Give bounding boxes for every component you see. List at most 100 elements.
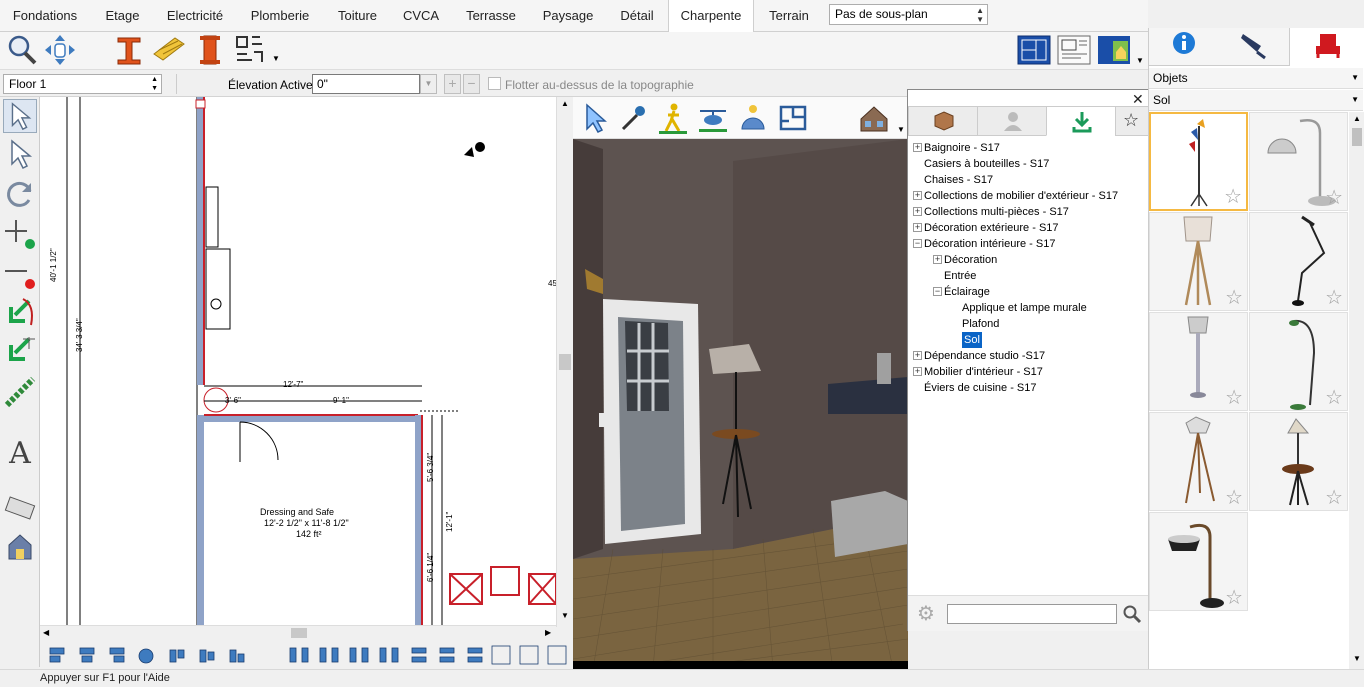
arc-lamp-thumb[interactable]: ☆ [1249, 112, 1348, 211]
star-icon[interactable]: ☆ [1225, 388, 1243, 408]
tab-terrasse[interactable]: Terrasse [452, 0, 530, 32]
scroll-thumb[interactable] [291, 628, 307, 638]
tab-electricite[interactable]: Electricité [155, 0, 235, 32]
rotate-icon[interactable] [3, 177, 37, 211]
tree-item[interactable]: Baignoire - S17 [924, 140, 1000, 156]
tab-terrain[interactable]: Terrain [754, 0, 824, 32]
elevation-input[interactable]: 0" [312, 74, 420, 94]
dropdown-arrow-icon[interactable]: ▼ [272, 54, 280, 63]
minus-icon[interactable]: − [463, 74, 480, 94]
chevron-down-icon[interactable]: ▼ [561, 611, 569, 620]
library-tab-catalog[interactable] [908, 106, 978, 136]
desk-arm-lamp-thumb[interactable]: ☆ [1249, 212, 1348, 311]
expand-icon[interactable]: + [913, 191, 922, 200]
subcategory-select[interactable]: Sol ▼ [1149, 90, 1363, 111]
scroll-thumb[interactable] [1352, 128, 1362, 146]
joists-icon[interactable] [151, 32, 187, 68]
table-lamp-thumb[interactable]: ☆ [1249, 412, 1348, 511]
floor-lamp-thumb[interactable]: ☆ [1149, 112, 1248, 211]
tree-item[interactable]: Mobilier d'intérieur - S17 [924, 364, 1043, 380]
3d-view[interactable] [573, 139, 908, 669]
tree-item[interactable]: Décoration [944, 252, 997, 268]
tree-item[interactable]: Casiers à bouteilles - S17 [924, 156, 1049, 172]
tab-detail[interactable]: Détail [606, 0, 668, 32]
layout-view-icon[interactable] [1056, 32, 1092, 68]
star-icon[interactable]: ☆ [1325, 288, 1343, 308]
library-tab-user[interactable] [977, 106, 1047, 136]
tree-item[interactable]: Éviers de cuisine - S17 [924, 380, 1037, 396]
library-tab-download[interactable] [1046, 106, 1116, 136]
tab-cvca[interactable]: CVCA [390, 0, 452, 32]
star-icon[interactable]: ☆ [1224, 187, 1242, 207]
star-icon[interactable]: ☆ [1225, 488, 1243, 508]
tree-item[interactable]: Collections de mobilier d'extérieur - S1… [924, 188, 1118, 204]
star-icon[interactable]: ☆ [1225, 588, 1243, 608]
helicopter-icon[interactable] [697, 101, 729, 135]
library-tab-favorites[interactable]: ☆ [1115, 106, 1149, 136]
tab-charpente[interactable]: Charpente [668, 0, 754, 33]
rooms-icon[interactable] [777, 101, 809, 135]
dropdown-arrow-icon[interactable]: ▼ [1136, 56, 1144, 65]
plan-horizontal-scrollbar[interactable]: ◀ ▶ [40, 625, 556, 640]
tab-materials[interactable] [1219, 28, 1287, 66]
tree-item[interactable]: Chaises - S17 [924, 172, 993, 188]
select-pointer-icon[interactable] [579, 101, 611, 135]
black-arc-lamp-thumb[interactable]: ☆ [1149, 512, 1248, 611]
expand-icon[interactable]: + [913, 223, 922, 232]
select-edit-icon[interactable] [3, 137, 37, 171]
gear-icon[interactable]: ⚙ [917, 601, 935, 626]
tree-item[interactable]: Sol [962, 332, 982, 348]
tree-item[interactable]: Éclairage [944, 284, 990, 300]
plan-view[interactable]: 12'-7" 9'-1" 3'-6" Dressing and Safe 12'… [40, 97, 573, 627]
chevron-up-icon[interactable]: ▲ [1353, 114, 1361, 123]
add-point-icon[interactable] [3, 217, 37, 251]
tree-item[interactable]: Plafond [962, 316, 999, 332]
tab-etage[interactable]: Etage [90, 0, 155, 32]
chevron-up-icon[interactable]: ▲ [561, 99, 569, 108]
tree-item[interactable]: Collections multi-pièces - S17 [924, 204, 1069, 220]
pillar-lamp-thumb[interactable]: ☆ [1149, 312, 1248, 411]
house-icon[interactable] [857, 101, 891, 135]
floor-plan-view-icon[interactable] [1016, 32, 1052, 68]
expand-icon[interactable]: + [933, 255, 942, 264]
tab-fondations[interactable]: Fondations [0, 0, 90, 32]
tripod-lamp-thumb[interactable]: ☆ [1149, 212, 1248, 311]
hook-lamp-thumb[interactable]: ☆ [1249, 312, 1348, 411]
collapse-icon[interactable]: − [933, 287, 942, 296]
library-search-input[interactable] [947, 604, 1117, 624]
star-icon[interactable]: ☆ [1225, 288, 1243, 308]
dropdown-arrow-icon[interactable]: ▼ [897, 125, 905, 134]
tab-info[interactable] [1149, 28, 1217, 66]
tab-toiture[interactable]: Toiture [325, 0, 390, 32]
tab-plomberie[interactable]: Plomberie [235, 0, 325, 32]
expand-icon[interactable]: + [913, 351, 922, 360]
floor-select[interactable]: Floor 1 ▲ ▼ [3, 74, 162, 94]
tab-paysage[interactable]: Paysage [530, 0, 606, 32]
thumbnails-scrollbar[interactable]: ▲ ▼ [1349, 112, 1364, 669]
framing-tool-icon[interactable] [232, 32, 268, 68]
float-checkbox[interactable] [488, 77, 501, 90]
scroll-thumb[interactable] [559, 354, 571, 370]
chevron-right-icon[interactable]: ▶ [545, 628, 551, 637]
category-select[interactable]: Objets ▼ [1149, 68, 1363, 89]
tree-item[interactable]: Applique et lampe murale [962, 300, 1087, 316]
star-icon[interactable]: ☆ [1325, 488, 1343, 508]
tab-objects[interactable] [1289, 28, 1364, 66]
film-strip-icon[interactable] [3, 491, 37, 525]
walkthrough-icon[interactable] [657, 101, 689, 135]
steel-beam-icon[interactable] [110, 32, 146, 68]
expand-icon[interactable]: + [913, 367, 922, 376]
text-icon[interactable]: A [3, 435, 37, 469]
pan-icon[interactable] [42, 32, 78, 68]
select-pointer-icon[interactable] [3, 99, 37, 133]
chevron-down-icon[interactable]: ▼ [420, 74, 437, 94]
star-icon[interactable]: ☆ [1325, 188, 1343, 208]
plus-icon[interactable]: + [444, 74, 461, 94]
zoom-icon[interactable] [4, 32, 40, 68]
remove-point-icon[interactable] [3, 257, 37, 291]
tree-item[interactable]: Entrée [944, 268, 976, 284]
collapse-icon[interactable]: − [913, 239, 922, 248]
dome-camera-icon[interactable] [737, 101, 769, 135]
expand-icon[interactable]: + [913, 207, 922, 216]
chevron-down-icon[interactable]: ▼ [1353, 654, 1361, 663]
